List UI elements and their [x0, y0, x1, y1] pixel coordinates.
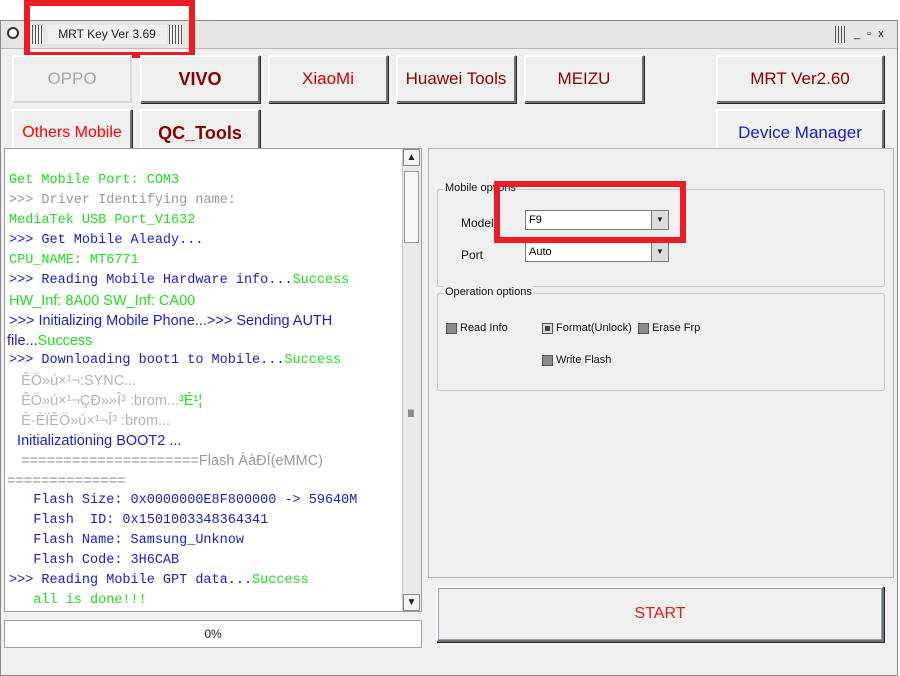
read-info-checkbox[interactable]: Read Info	[446, 322, 508, 334]
start-button[interactable]: START	[436, 586, 884, 642]
log-line-17: Flash ID: 0x1501003348364341	[9, 513, 269, 528]
port-label: Port	[461, 248, 484, 262]
window-controls: _ ▫ x	[819, 25, 887, 44]
log-line-1: >>> Driver Identifying name:	[9, 193, 236, 208]
checkbox-icon[interactable]	[542, 354, 553, 366]
log-line-11: ÊÖ»ú×¹¬ÇÐ»»Î³ :brom...³É¹¦	[9, 393, 203, 409]
highlight-model-box	[494, 181, 686, 243]
log-line-9: >>> Downloading boot1 to Mobile...Succes…	[9, 353, 342, 368]
log-scrollbar[interactable]: ▲ Ⅲ ▼	[402, 149, 421, 611]
log-line-20: >>> Reading Mobile GPT data...Success	[9, 573, 309, 588]
log-line-3: >>> Get Mobile Aleady...	[9, 233, 204, 248]
write-flash-label: Write Flash	[556, 354, 612, 366]
log-panel[interactable]: Get Mobile Port: COM3 >>> Driver Identif…	[4, 148, 422, 612]
meizu-button[interactable]: MEIZU	[524, 55, 644, 103]
log-line-21: all is done!!!	[9, 593, 147, 608]
progress-label: 0%	[204, 627, 222, 641]
format-unlock-checkbox[interactable]: Format(Unlock)	[542, 322, 632, 334]
scroll-down-icon[interactable]: ▼	[403, 594, 420, 611]
erase-frp-label: Erase Frp	[652, 322, 701, 334]
log-line-4: CPU_NAME: MT6771	[9, 253, 139, 268]
log-line-13: Initializationing BOOT2 ...	[9, 433, 182, 449]
log-line-10: ÊÖ»ú×¹¬:SYNC...	[9, 373, 137, 389]
mrt-version-button[interactable]: MRT Ver2.60	[716, 55, 884, 103]
log-line-18: Flash Name: Samsung_Unknow	[9, 533, 244, 548]
minimize-button[interactable]: _	[851, 26, 863, 43]
log-line-8: file...Success	[7, 333, 93, 349]
close-button[interactable]: x	[875, 26, 887, 43]
log-line-7: >>> Initializing Mobile Phone...>>> Send…	[9, 313, 333, 329]
xiaomi-button[interactable]: XiaoMi	[268, 55, 388, 103]
progress-bar: 0%	[4, 620, 422, 648]
highlight-title-box	[24, 0, 195, 58]
scroll-up-icon[interactable]: ▲	[403, 149, 420, 166]
grip-controls-icon	[835, 26, 847, 43]
erase-frp-checkbox[interactable]: Erase Frp	[638, 322, 700, 334]
oppo-button[interactable]: OPPO	[12, 55, 132, 103]
huawei-tools-button[interactable]: Huawei Tools	[396, 55, 516, 103]
log-line-2: MediaTek USB Port_V1632	[9, 213, 196, 228]
port-value: Auto	[529, 246, 552, 258]
write-flash-checkbox[interactable]: Write Flash	[542, 354, 611, 366]
log-line-12: È·ÈÏÊÖ»ú×¹¬Î³ :brom...	[9, 413, 171, 429]
scroll-thumb[interactable]	[404, 171, 419, 243]
checkbox-checked-icon[interactable]	[542, 322, 553, 334]
operation-options-legend: Operation options	[444, 286, 533, 298]
checkbox-icon[interactable]	[638, 322, 649, 334]
log-line-0: Get Mobile Port: COM3	[9, 173, 180, 188]
log-line-16: Flash Size: 0x0000000E8F800000 -> 59640M	[9, 493, 358, 508]
operation-options-group: Operation options Read Info Format(Unloc…	[437, 286, 885, 391]
restore-button[interactable]: ▫	[863, 26, 875, 43]
scroll-grip-icon: Ⅲ	[407, 409, 415, 420]
chevron-down-icon[interactable]: ▼	[651, 243, 668, 261]
read-info-label: Read Info	[460, 322, 508, 334]
checkbox-icon[interactable]	[446, 322, 457, 334]
port-select[interactable]: Auto ▼	[525, 242, 669, 262]
vivo-button[interactable]: VIVO	[140, 55, 260, 103]
log-line-14: =====================Flash ÀàÐÍ(eMMC)	[9, 453, 323, 469]
model-label: Model	[461, 216, 494, 230]
format-unlock-label: Format(Unlock)	[556, 322, 632, 334]
app-icon	[7, 27, 19, 39]
log-line-6: HW_Inf: 8A00 SW_Inf: CA00	[9, 293, 196, 309]
log-line-5: >>> Reading Mobile Hardware info...Succe…	[9, 273, 350, 288]
log-line-15: ==============	[7, 473, 126, 489]
log-line-19: Flash Code: 3H6CAB	[9, 553, 180, 568]
